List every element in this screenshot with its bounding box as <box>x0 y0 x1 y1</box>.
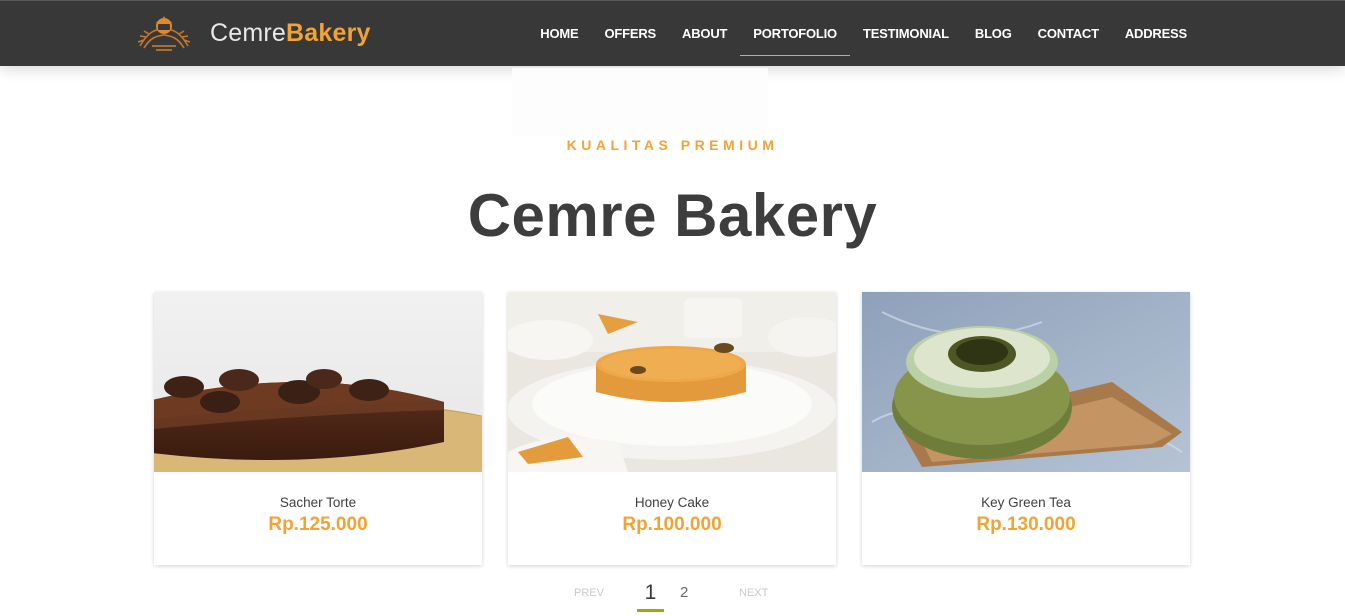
product-card[interactable]: Sacher Torte Rp.125.000 <box>154 292 482 565</box>
main-nav: HOME OFFERS ABOUT PORTOFOLIO TESTIMONIAL… <box>527 0 1200 66</box>
product-price: Rp.130.000 <box>976 514 1076 535</box>
brand-name: CemreBakery <box>210 18 371 47</box>
product-name: Sacher Torte <box>279 495 357 510</box>
pagination-active-indicator <box>637 609 664 612</box>
key-green-tea-image <box>862 292 1190 472</box>
pagination-page-1[interactable]: 1 <box>637 581 664 605</box>
pagination-page-2[interactable]: 2 <box>680 584 688 601</box>
pagination-next[interactable]: NEXT <box>739 587 768 599</box>
honey-cake-image <box>508 292 836 472</box>
top-navbar: CemreBakery HOME OFFERS ABOUT PORTOFOLIO… <box>0 0 1345 66</box>
brand[interactable]: CemreBakery <box>134 12 371 54</box>
nav-about[interactable]: ABOUT <box>669 0 740 66</box>
nav-home[interactable]: HOME <box>527 0 591 66</box>
product-name: Key Green Tea <box>981 495 1071 510</box>
bakery-logo-icon <box>137 16 191 51</box>
section-title: Cemre Bakery <box>467 182 878 249</box>
product-card[interactable]: Honey Cake Rp.100.000 <box>508 292 836 565</box>
nav-address[interactable]: ADDRESS <box>1112 0 1200 66</box>
product-name: Honey Cake <box>634 495 710 510</box>
nav-blog[interactable]: BLOG <box>962 0 1025 66</box>
brand-name-bold: Bakery <box>286 18 371 47</box>
product-price: Rp.125.000 <box>268 514 368 535</box>
brand-name-light: Cemre <box>210 18 287 47</box>
section-decoration <box>512 68 768 136</box>
nav-contact[interactable]: CONTACT <box>1025 0 1112 66</box>
pagination-prev[interactable]: PREV <box>574 587 604 599</box>
product-card[interactable]: Key Green Tea Rp.130.000 <box>862 292 1190 565</box>
product-price: Rp.100.000 <box>622 514 722 535</box>
nav-portofolio[interactable]: PORTOFOLIO <box>740 0 850 66</box>
section-eyebrow: KUALITAS PREMIUM <box>566 137 779 153</box>
nav-offers[interactable]: OFFERS <box>592 0 670 66</box>
nav-testimonial[interactable]: TESTIMONIAL <box>850 0 962 66</box>
sacher-torte-image <box>154 292 482 472</box>
